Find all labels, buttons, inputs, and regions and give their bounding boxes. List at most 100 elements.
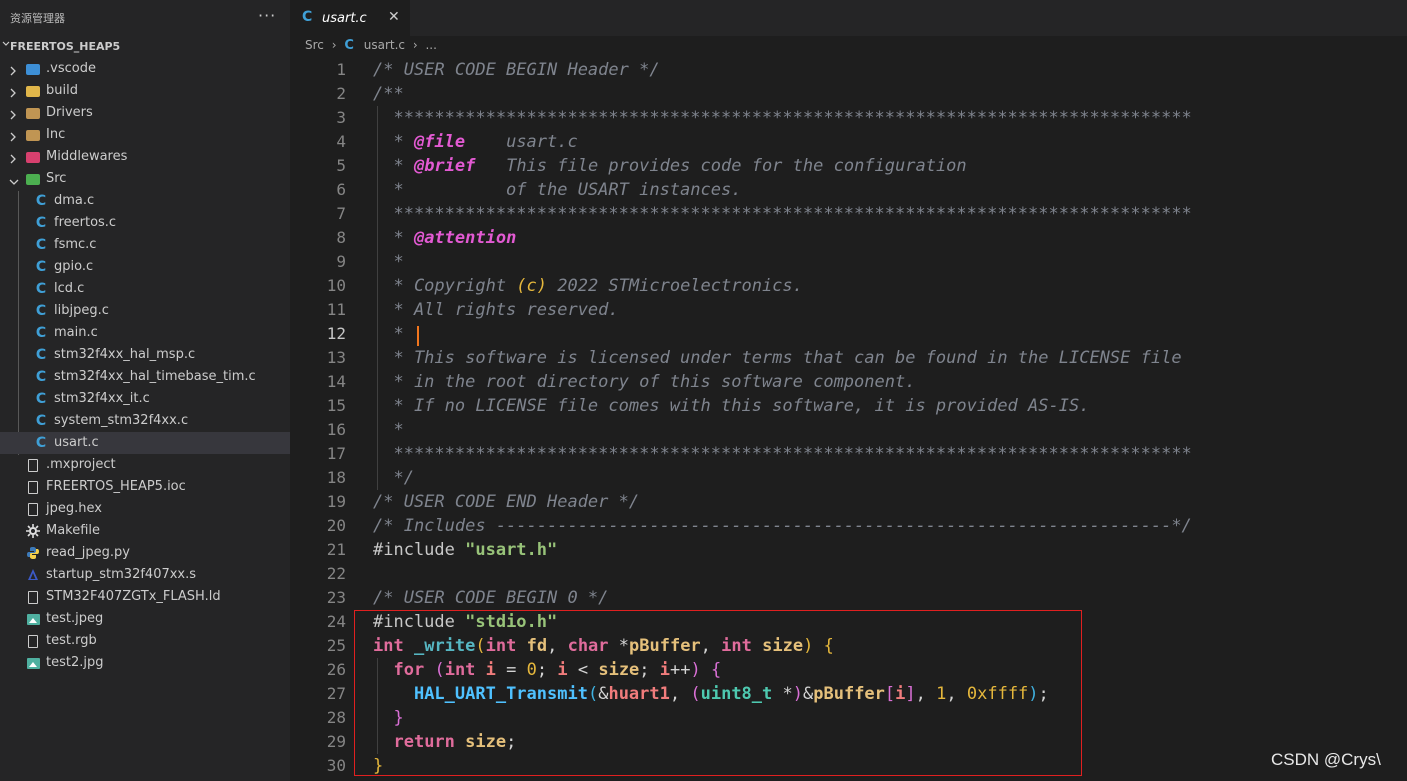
code-line[interactable]: * If no LICENSE file comes with this sof… [373,394,1192,418]
code-line[interactable]: * of the USART instances. [373,178,1192,202]
code-token: { [823,636,834,656]
code-line[interactable]: * Copyright (c) 2022 STMicroelectronics. [373,274,1192,298]
tree-item-lcd-c[interactable]: Clcd.c [0,278,290,300]
close-icon[interactable]: ✕ [388,9,400,25]
code-line[interactable]: } [373,706,1192,730]
code-line[interactable]: */ [373,466,1192,490]
more-actions-button[interactable]: ··· [258,6,276,25]
code-token: i [659,660,671,680]
code-token: /** [373,84,404,104]
tree-item-fsmc-c[interactable]: Cfsmc.c [0,234,290,256]
line-number: 4 [336,132,346,151]
breadcrumb-folder[interactable]: Src [305,38,324,52]
code-line[interactable]: * @file usart.c [373,130,1192,154]
c-file-icon: C [35,435,47,451]
tree-item-test2-jpg[interactable]: test2.jpg [0,652,290,674]
code-line[interactable]: #include "stdio.h" [373,610,1192,634]
code-token: ) [792,684,803,704]
tree-item-test-rgb[interactable]: test.rgb [0,630,290,652]
tree-item-middlewares[interactable]: Middlewares [0,146,290,168]
code-line[interactable]: ****************************************… [373,442,1191,466]
line-number: 25 [326,636,346,655]
code-line[interactable]: /** [373,82,1192,106]
code-line[interactable]: for (int i = 0; i < size; i++) { [373,658,1192,682]
tree-item-label: read_jpeg.py [46,545,130,560]
tree-item-vscode[interactable]: .vscode [0,58,290,80]
tree-item-src[interactable]: Src [0,168,290,190]
code-token: huart1 [608,684,670,704]
code-line[interactable]: int _write(int fd, char *pBuffer, int si… [373,634,1192,658]
tree-item-dma-c[interactable]: Cdma.c [0,190,290,212]
line-number: 22 [326,564,346,583]
code-line[interactable]: /* Includes ----------------------------… [373,514,1192,538]
code-line[interactable]: /* USER CODE END Header */ [373,490,1192,514]
line-number: 21 [326,540,346,559]
code-line[interactable]: * @attention [373,226,1192,250]
tree-item-system-stm32f4xx-c[interactable]: Csystem_stm32f4xx.c [0,410,290,432]
tree-item-label: test.rgb [46,633,97,648]
c-file-icon: C [35,391,47,407]
tree-item-stm32f407zgtx-flash-ld[interactable]: STM32F407ZGTx_FLASH.ld [0,586,290,608]
code-token: * of the USART instances. [373,180,742,200]
tree-item-usart-c[interactable]: Cusart.c [0,432,290,454]
code-line[interactable]: * in the root directory of this software… [373,370,1192,394]
tree-item-label: Middlewares [46,149,128,164]
code-line[interactable]: * [373,418,1192,442]
tree-item-jpeg-hex[interactable]: jpeg.hex [0,498,290,520]
tree-item-mxproject[interactable]: .mxproject [0,454,290,476]
code-token: ( [587,684,599,704]
file-icon [26,634,40,648]
vscode-folder-icon [26,62,40,76]
code-area[interactable]: /* USER CODE BEGIN Header *//** ********… [373,58,1192,778]
tree-item-read-jpeg-py[interactable]: read_jpeg.py [0,542,290,564]
code-line[interactable]: HAL_UART_Transmit(&huart1, (uint8_t *)&p… [373,682,1192,706]
code-line[interactable]: /* USER CODE BEGIN 0 */ [373,586,1192,610]
tree-item-build[interactable]: build [0,80,290,102]
tree-item-libjpeg-c[interactable]: Clibjpeg.c [0,300,290,322]
code-token: } [373,756,384,776]
code-line[interactable]: * [373,322,1192,346]
file-icon [26,458,40,472]
code-line[interactable]: * All rights reserved. [373,298,1192,322]
tree-item-test-jpeg[interactable]: test.jpeg [0,608,290,630]
tree-item-main-c[interactable]: Cmain.c [0,322,290,344]
c-file-icon: C [35,369,47,385]
code-line[interactable] [373,562,1192,586]
tree-item-startup-stm32f407xx-s[interactable]: startup_stm32f407xx.s [0,564,290,586]
tree-item-freertos-c[interactable]: Cfreertos.c [0,212,290,234]
build-folder-icon [26,84,40,98]
tree-item-freertos-heap5-ioc[interactable]: FREERTOS_HEAP5.ioc [0,476,290,498]
code-line[interactable]: /* USER CODE BEGIN Header */ [373,58,1192,82]
code-token: @file [413,132,466,152]
code-token: ; [1038,684,1049,704]
tab-usart-c[interactable]: C usart.c ✕ [290,0,410,36]
tree-item-inc[interactable]: Inc [0,124,290,146]
code-line[interactable]: ****************************************… [373,106,1191,130]
tree-item-drivers[interactable]: Drivers [0,102,290,124]
code-line[interactable]: #include "usart.h" [373,538,1192,562]
tree-item-stm32f4xx-hal-timebase-tim-c[interactable]: Cstm32f4xx_hal_timebase_tim.c [0,366,290,388]
code-line[interactable]: return size; [373,730,1192,754]
code-token: This file provides code for the configur… [475,156,967,176]
tree-item-label: Inc [46,127,66,142]
tree-item-stm32f4xx-it-c[interactable]: Cstm32f4xx_it.c [0,388,290,410]
workspace-root-label: FREERTOS_HEAP5 [10,40,121,53]
code-line[interactable]: * @brief This file provides code for the… [373,154,1192,178]
tree-item-makefile[interactable]: Makefile [0,520,290,542]
code-token: @brief [413,156,476,176]
code-line[interactable]: } [373,754,1192,778]
breadcrumb-more[interactable]: ... [425,38,436,52]
code-editor[interactable]: 1 2 3 4 5 6 7 8 9 10 11 12 13 14 15 16 17 18 19 20 21 22 23 24 2… [290,58,1407,781]
tree-item-stm32f4xx-hal-msp-c[interactable]: Cstm32f4xx_hal_msp.c [0,344,290,366]
tree-item-gpio-c[interactable]: Cgpio.c [0,256,290,278]
code-line[interactable]: ****************************************… [373,202,1191,226]
code-token: & [598,684,609,704]
file-tree: .vscode build Drivers Inc Middlewares Src Cdma… [0,58,290,674]
breadcrumb-file[interactable]: usart.c [364,38,405,52]
code-line[interactable]: * This software is licensed under terms … [373,346,1192,370]
tree-item-label: stm32f4xx_hal_msp.c [54,347,196,362]
line-number: 14 [326,372,346,391]
workspace-root[interactable]: FREERTOS_HEAP5 [0,37,290,57]
code-line[interactable]: * [373,250,1192,274]
code-token: size [598,660,640,680]
